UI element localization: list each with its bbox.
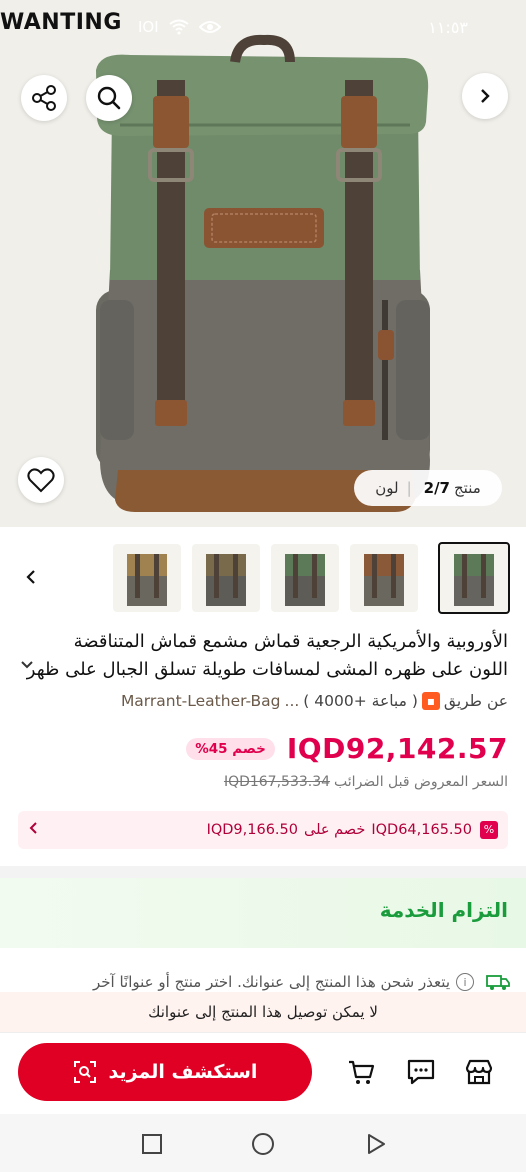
recent-apps-button[interactable] xyxy=(140,1132,164,1156)
thumbnail-image xyxy=(127,554,167,606)
thumbnail-1[interactable] xyxy=(438,542,510,614)
thumbnail-4[interactable] xyxy=(192,544,260,612)
status-icons: IOI xyxy=(138,18,221,36)
product-page: WANTING IOI ١١:٥٣ منتج 2/7 | لون الأوروب… xyxy=(0,0,526,1172)
color-thumbnails xyxy=(0,540,526,616)
coupon-label: خصم على xyxy=(304,822,366,838)
chevron-left-icon xyxy=(29,822,37,834)
section-divider xyxy=(0,866,526,878)
discount-badge: خصم 45% xyxy=(186,737,275,760)
bottom-action-bar: استكشف المزيد xyxy=(0,1032,526,1114)
chat-button[interactable] xyxy=(404,1055,438,1089)
store-icon xyxy=(465,1059,493,1085)
color-label: لون xyxy=(375,479,399,497)
back-triangle-icon xyxy=(368,1134,385,1154)
cart-button[interactable] xyxy=(344,1055,378,1089)
chevron-right-icon xyxy=(481,89,490,103)
home-button[interactable] xyxy=(251,1132,275,1156)
explore-more-button[interactable]: استكشف المزيد xyxy=(18,1043,312,1101)
thumbnail-image xyxy=(285,554,325,606)
cart-icon xyxy=(349,1060,375,1084)
product-title-line-1: الأوروبية والأمريكية الرجعية قماش مشمع ق… xyxy=(73,631,508,652)
circle-icon xyxy=(252,1133,274,1155)
product-image xyxy=(96,34,430,512)
delivery-alert: لا يمكن توصيل هذا المنتج إلى عنوانك xyxy=(0,992,526,1032)
store-button[interactable] xyxy=(462,1055,496,1089)
coupon-banner[interactable]: % IQD64,165.50 خصم على IQD9,166.50 xyxy=(18,811,508,849)
percent-icon: % xyxy=(480,821,498,839)
share-button[interactable] xyxy=(21,75,67,121)
price-row: خصم 45% IQD92,142.57 xyxy=(186,732,508,765)
wifi-icon xyxy=(169,19,189,35)
signal-icon: IOI xyxy=(138,18,159,36)
product-title[interactable]: الأوروبية والأمريكية الرجعية قماش مشمع ق… xyxy=(8,628,508,684)
wishlist-button[interactable] xyxy=(18,457,64,503)
thumbnail-3[interactable] xyxy=(271,544,339,612)
next-image-button[interactable] xyxy=(462,73,508,119)
coupon-threshold: IQD9,166.50 xyxy=(206,822,298,838)
search-button[interactable] xyxy=(86,75,132,121)
status-time: ١١:٥٣ xyxy=(428,18,468,37)
seller-ellipsis: ... xyxy=(284,692,300,710)
info-icon: i xyxy=(456,973,474,991)
share-icon xyxy=(32,85,56,111)
eye-icon xyxy=(198,21,221,33)
old-price: IQD167,533.34 xyxy=(223,774,331,790)
service-title: التزام الخدمة xyxy=(379,898,508,922)
old-price-label: السعر المعروض قبل الضرائب xyxy=(334,774,508,790)
thumbnail-image xyxy=(364,554,404,606)
counter-separator: | xyxy=(406,479,412,497)
chevron-down-icon[interactable] xyxy=(20,660,34,670)
current-price: IQD92,142.57 xyxy=(286,732,508,765)
thumbnail-2[interactable] xyxy=(350,544,418,612)
chevron-left-icon[interactable] xyxy=(22,568,40,586)
seller-prefix: عن طريق xyxy=(443,692,508,710)
back-button[interactable] xyxy=(364,1132,388,1156)
store-badge-icon: ▪ xyxy=(421,692,440,710)
thumbnail-5[interactable] xyxy=(113,544,181,612)
coupon-amount: IQD64,165.50 xyxy=(371,822,472,838)
old-price-row: السعر المعروض قبل الضرائب IQD167,533.34 xyxy=(224,774,508,790)
service-commitment[interactable]: التزام الخدمة xyxy=(0,878,526,948)
search-icon xyxy=(97,86,121,110)
chat-icon xyxy=(407,1059,435,1085)
square-icon xyxy=(142,1134,162,1154)
seller-name: Marrant-Leather-Bag xyxy=(120,692,281,710)
counter-value: 2/7 xyxy=(423,479,450,497)
thumbnail-image xyxy=(454,554,494,606)
counter-prefix: منتج xyxy=(454,479,481,497)
thumbnail-image xyxy=(206,554,246,606)
scan-search-icon xyxy=(73,1061,96,1083)
image-counter[interactable]: منتج 2/7 | لون xyxy=(354,470,502,506)
delivery-alert-text: لا يمكن توصيل هذا المنتج إلى عنوانك xyxy=(148,1003,378,1021)
shipping-note-text: يتعذر شحن هذا المنتج إلى عنوانك. اختر من… xyxy=(93,973,450,991)
explore-more-label: استكشف المزيد xyxy=(108,1061,258,1083)
heart-icon xyxy=(27,468,55,493)
product-title-line-2: اللون على ظهره المشى لمسافات طويلة تسلق … xyxy=(26,659,508,680)
status-carrier-text: WANTING xyxy=(0,10,122,35)
seller-row[interactable]: عن طريق ▪ ( مباعة +4000 ) ... Marrant-Le… xyxy=(121,692,508,710)
system-nav-bar xyxy=(0,1114,526,1172)
seller-sold-count: ( مباعة +4000 ) xyxy=(303,692,418,710)
product-image-gallery[interactable]: WANTING IOI ١١:٥٣ منتج 2/7 | لون xyxy=(0,0,526,527)
status-bar: WANTING IOI ١١:٥٣ xyxy=(0,0,526,56)
truck-icon xyxy=(486,975,510,990)
